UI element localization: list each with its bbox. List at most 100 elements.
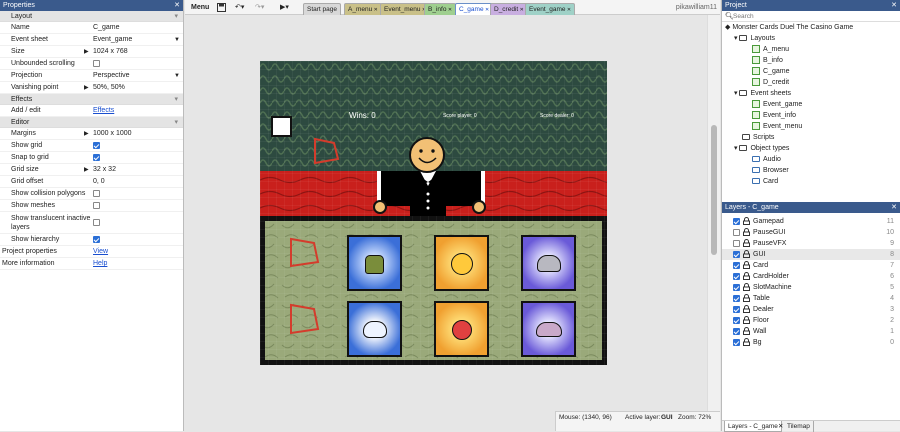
tree-item-layout[interactable]: C_game — [722, 66, 900, 77]
layer-row[interactable]: Floor 2 — [722, 315, 900, 326]
layer-row[interactable]: CardHolder 6 — [722, 271, 900, 282]
tab-a-menu[interactable]: A_menu ✕ — [344, 3, 382, 15]
layer-visible-checkbox[interactable] — [733, 262, 740, 269]
tree-folder-scripts[interactable]: Scripts — [722, 132, 900, 143]
expand-arrow-icon[interactable]: ▶ — [84, 128, 89, 140]
layer-visible-checkbox[interactable] — [733, 339, 740, 346]
layer-visible-checkbox[interactable] — [733, 218, 740, 225]
tab-event-game[interactable]: Event_game ✕ — [525, 3, 576, 15]
layer-row[interactable]: PauseVFX 9 — [722, 238, 900, 249]
tree-item-object[interactable]: Card — [722, 176, 900, 187]
layer-visible-checkbox[interactable] — [733, 295, 740, 302]
tree-folder-object-types[interactable]: ▾ Object types — [722, 143, 900, 154]
layer-visible-checkbox[interactable] — [733, 273, 740, 280]
scrollbar-thumb[interactable] — [711, 125, 717, 255]
expand-arrow-icon[interactable]: ▶ — [84, 82, 89, 94]
lock-icon[interactable] — [743, 228, 750, 236]
tree-item-layout[interactable]: B_info — [722, 55, 900, 66]
section-editor[interactable]: Editor ▾ — [0, 117, 183, 128]
tree-item-layout[interactable]: A_menu — [722, 44, 900, 55]
play-icon[interactable]: ▶▾ — [280, 0, 289, 15]
close-icon[interactable]: ✕ — [891, 202, 897, 213]
vertical-scrollbar[interactable] — [707, 15, 720, 416]
tab-b-info[interactable]: B_info ✕ — [424, 3, 457, 15]
lock-icon[interactable] — [743, 283, 750, 291]
tab-event-menu[interactable]: Event_menu ✕ — [380, 3, 431, 15]
layer-row[interactable]: Bg 0 — [722, 337, 900, 348]
property-value[interactable]: 1000 x 1000 — [93, 128, 181, 140]
property-value[interactable]: C_game — [93, 22, 181, 34]
property-value[interactable]: Perspective — [93, 70, 181, 82]
close-icon[interactable]: ✕ — [518, 7, 524, 13]
help-link[interactable]: Help — [93, 258, 181, 270]
section-layout[interactable]: Layout ▾ — [0, 11, 183, 22]
lock-icon[interactable] — [743, 316, 750, 324]
tree-folder-event-sheets[interactable]: ▾ Event sheets — [722, 88, 900, 99]
layer-visible-checkbox[interactable] — [733, 317, 740, 324]
tree-folder-layouts[interactable]: ▾ Layouts — [722, 33, 900, 44]
tab-tilemap[interactable]: Tilemap — [784, 421, 814, 432]
checkbox[interactable] — [93, 142, 100, 149]
tree-item-event-sheet[interactable]: Event_menu — [722, 121, 900, 132]
checkbox[interactable] — [93, 190, 100, 197]
lock-icon[interactable] — [743, 305, 750, 313]
layer-visible-checkbox[interactable] — [733, 306, 740, 313]
close-icon[interactable]: ✕ — [372, 7, 378, 13]
undo-icon[interactable]: ↶▾ — [235, 0, 244, 15]
close-icon[interactable]: ✕ — [566, 7, 571, 13]
view-link[interactable]: View — [93, 246, 181, 258]
property-value[interactable]: 0, 0 — [93, 176, 181, 188]
layer-row[interactable]: Gamepad 11 — [722, 216, 900, 227]
layer-row[interactable]: Card 7 — [722, 260, 900, 271]
expand-arrow-icon[interactable]: ▶ — [84, 46, 89, 58]
property-value[interactable]: 32 x 32 — [93, 164, 181, 176]
section-effects[interactable]: Effects ▾ — [0, 94, 183, 105]
property-value[interactable]: 50%, 50% — [93, 82, 181, 94]
close-icon[interactable]: ✕ — [446, 7, 452, 13]
lock-icon[interactable] — [743, 250, 750, 258]
layer-row[interactable]: Wall 1 — [722, 326, 900, 337]
lock-icon[interactable] — [743, 338, 750, 346]
tab-d-credit[interactable]: D_credit ✕ — [490, 3, 528, 15]
user-name[interactable]: pikawilliam11 — [676, 0, 717, 15]
layer-row[interactable]: Table 4 — [722, 293, 900, 304]
close-icon[interactable]: ✕ — [778, 421, 783, 432]
tab-layers[interactable]: Layers - C_game — [724, 421, 782, 432]
tree-item-layout[interactable]: D_credit — [722, 77, 900, 88]
redo-icon[interactable]: ↷▾ — [255, 0, 264, 15]
tree-item-event-sheet[interactable]: Event_game — [722, 99, 900, 110]
checkbox[interactable] — [93, 219, 100, 226]
effects-link[interactable]: Effects — [93, 105, 181, 117]
layer-visible-checkbox[interactable] — [733, 229, 740, 236]
tree-item-object[interactable]: Audio — [722, 154, 900, 165]
close-icon[interactable]: ✕ — [891, 0, 897, 11]
lock-icon[interactable] — [743, 327, 750, 335]
tab-c-game[interactable]: C_game ✕ — [455, 3, 494, 15]
monster-card[interactable] — [434, 301, 489, 357]
tree-root[interactable]: ◆ Monster Cards Duel The Casino Game — [722, 22, 900, 33]
close-icon[interactable]: ✕ — [484, 7, 489, 13]
lock-icon[interactable] — [743, 294, 750, 302]
search-input[interactable] — [733, 12, 893, 21]
expand-arrow-icon[interactable]: ▶ — [84, 164, 89, 176]
tab-start-page[interactable]: Start page — [303, 3, 341, 15]
monster-card[interactable] — [521, 235, 576, 291]
checkbox[interactable] — [93, 202, 100, 209]
monster-card[interactable] — [521, 301, 576, 357]
tree-item-object[interactable]: Browser — [722, 165, 900, 176]
checkbox[interactable] — [93, 236, 100, 243]
save-icon[interactable] — [217, 0, 226, 15]
layer-row[interactable]: SlotMachine 5 — [722, 282, 900, 293]
layer-row[interactable]: Dealer 3 — [722, 304, 900, 315]
property-value[interactable]: 1024 x 768 — [93, 46, 181, 58]
monster-card[interactable] — [434, 235, 489, 291]
lock-icon[interactable] — [743, 239, 750, 247]
property-value[interactable]: Event_game — [93, 34, 181, 46]
checkbox[interactable] — [93, 60, 100, 67]
monster-card[interactable] — [347, 301, 402, 357]
monster-card[interactable] — [347, 235, 402, 291]
chevron-down-icon[interactable]: ▼ — [174, 70, 180, 82]
layer-visible-checkbox[interactable] — [733, 251, 740, 258]
checkbox[interactable] — [93, 154, 100, 161]
chevron-down-icon[interactable]: ▼ — [174, 34, 180, 46]
